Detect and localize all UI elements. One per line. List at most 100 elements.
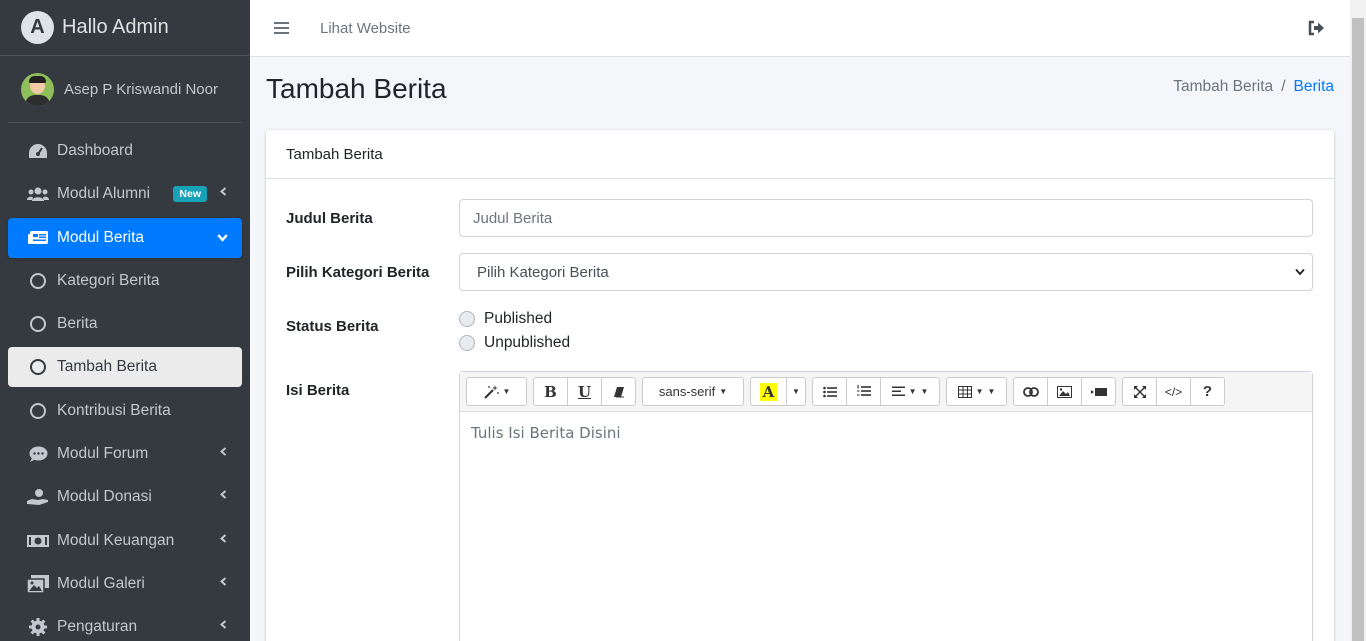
eraser-icon bbox=[613, 386, 624, 397]
brand-link[interactable]: A Hallo Admin bbox=[0, 0, 250, 56]
caret-down-icon: ▼ bbox=[975, 387, 984, 396]
kategori-label: Pilih Kategori Berita bbox=[286, 264, 430, 281]
sign-out-icon[interactable] bbox=[1308, 20, 1325, 36]
link-icon bbox=[1022, 386, 1039, 397]
page-title: Tambah Berita bbox=[266, 73, 447, 104]
underline-label: U bbox=[577, 382, 592, 401]
scrollbar-thumb[interactable] bbox=[1352, 18, 1364, 641]
sidebar-item-label: Modul Donasi bbox=[57, 488, 152, 506]
help-icon: ? bbox=[1202, 383, 1213, 400]
chevron-left-icon bbox=[219, 577, 227, 586]
money-bill-icon bbox=[27, 532, 49, 550]
radio-button[interactable] bbox=[459, 311, 475, 327]
chevron-left-icon bbox=[219, 533, 227, 543]
style-dropdown-button[interactable]: ▼ bbox=[466, 377, 527, 406]
sidebar-item-label: Modul Berita bbox=[57, 228, 145, 246]
sidebar-item-berita[interactable]: Berita bbox=[8, 304, 242, 344]
sidebar-item-kontribusi-berita[interactable]: Kontribusi Berita bbox=[8, 391, 242, 431]
insert-link-button[interactable] bbox=[1013, 377, 1048, 406]
hamburger-menu-icon[interactable] bbox=[274, 22, 289, 34]
user-panel[interactable]: Asep P Kriswandi Noor bbox=[8, 56, 242, 123]
list-ul-icon bbox=[822, 386, 837, 397]
picture-icon bbox=[1057, 385, 1072, 398]
breadcrumb-separator: / bbox=[1281, 78, 1286, 95]
sidebar-item-label: Modul Alumni bbox=[57, 185, 151, 203]
comment-icon bbox=[27, 445, 49, 463]
radio-unpublished[interactable]: Unpublished bbox=[459, 334, 570, 352]
underline-button[interactable]: U bbox=[567, 377, 602, 406]
page-scrollbar[interactable] bbox=[1350, 0, 1366, 641]
insert-video-button[interactable] bbox=[1081, 377, 1116, 406]
view-website-link[interactable]: Lihat Website bbox=[320, 20, 411, 37]
chevron-left-icon bbox=[219, 620, 227, 630]
paragraph-align-dropdown[interactable]: ▼ ▼ bbox=[880, 377, 940, 406]
breadcrumb-link-berita[interactable]: Berita bbox=[1294, 78, 1335, 96]
breadcrumb: Tambah Berita / Berita bbox=[1173, 78, 1334, 96]
expand-icon bbox=[1133, 385, 1146, 398]
sidebar-item-modul-galeri[interactable]: Modul Galeri bbox=[8, 564, 242, 604]
sidebar-item-kategori-berita[interactable]: Kategori Berita bbox=[8, 261, 242, 301]
sidebar-item-tambah-berita[interactable]: Tambah Berita bbox=[8, 347, 242, 388]
font-family-dropdown[interactable]: sans-serif ▼ bbox=[642, 377, 744, 406]
text-color-button[interactable]: A bbox=[750, 377, 787, 406]
newspaper-icon bbox=[27, 229, 49, 247]
code-icon: </> bbox=[1164, 384, 1183, 399]
cog-icon bbox=[27, 618, 49, 637]
sidebar-item-label: Berita bbox=[57, 315, 98, 333]
table-icon bbox=[957, 385, 972, 398]
radio-published[interactable]: Published bbox=[459, 310, 552, 328]
chevron-left-icon bbox=[219, 490, 227, 500]
ordered-list-button[interactable] bbox=[846, 377, 881, 406]
sidebar-item-label: Modul Forum bbox=[57, 445, 149, 463]
caret-down-icon: ▼ bbox=[908, 387, 917, 396]
sidebar-item-label: Pengaturan bbox=[57, 618, 138, 636]
caret-down-icon: ▼ bbox=[792, 387, 800, 396]
sidebar-item-modul-berita[interactable]: Modul Berita bbox=[8, 217, 242, 258]
users-icon bbox=[27, 185, 49, 203]
text-color-icon: A bbox=[759, 382, 778, 401]
circle-icon bbox=[27, 358, 49, 376]
images-icon bbox=[27, 574, 49, 593]
caret-down-icon: ▼ bbox=[719, 387, 728, 396]
isi-label: Isi Berita bbox=[286, 382, 350, 399]
brand-logo: A bbox=[21, 11, 54, 44]
sidebar-item-label: Modul Keuangan bbox=[57, 531, 175, 549]
unordered-list-button[interactable] bbox=[812, 377, 847, 406]
editor-content-area[interactable]: Tulis Isi Berita Disini bbox=[460, 412, 1312, 454]
sidebar-item-modul-forum[interactable]: Modul Forum bbox=[8, 434, 242, 474]
brand-title: Hallo Admin bbox=[62, 16, 169, 38]
sidebar-item-modul-keuangan[interactable]: Modul Keuangan bbox=[8, 521, 242, 561]
table-dropdown-button[interactable]: ▼ ▼ bbox=[946, 377, 1007, 406]
sidebar-item-modul-donasi[interactable]: Modul Donasi bbox=[8, 477, 242, 517]
sidebar-item-pengaturan[interactable]: Pengaturan bbox=[8, 607, 242, 641]
font-family-value: sans-serif bbox=[658, 384, 716, 399]
caret-down-icon: ▼ bbox=[987, 387, 996, 396]
chevron-left-icon bbox=[219, 187, 227, 197]
kategori-select[interactable]: Pilih Kategori Berita bbox=[459, 253, 1313, 291]
eraser-button[interactable] bbox=[601, 377, 636, 406]
judul-label: Judul Berita bbox=[286, 210, 373, 227]
radio-button[interactable] bbox=[459, 335, 475, 351]
sidebar-nav: Dashboard Modul Alumni New Modul Berita … bbox=[0, 123, 250, 641]
status-label: Status Berita bbox=[286, 318, 379, 335]
color-dropdown-button[interactable]: ▼ bbox=[786, 377, 806, 406]
form-card: Tambah Berita Judul Berita Judul Berita … bbox=[266, 130, 1334, 641]
chevron-left-icon bbox=[219, 447, 227, 456]
sidebar-item-dashboard[interactable]: Dashboard bbox=[8, 131, 242, 171]
magic-wand-icon bbox=[483, 384, 499, 399]
code-view-button[interactable]: </> bbox=[1156, 377, 1191, 406]
fullscreen-button[interactable] bbox=[1122, 377, 1157, 406]
bold-button[interactable]: B bbox=[533, 377, 568, 406]
radio-label: Unpublished bbox=[484, 334, 571, 351]
judul-berita-input[interactable]: Judul Berita bbox=[459, 199, 1313, 237]
list-ol-icon bbox=[856, 385, 871, 396]
help-button[interactable]: ? bbox=[1190, 377, 1225, 406]
chevron-down-icon bbox=[1295, 268, 1305, 276]
sidebar-item-label: Kategori Berita bbox=[57, 271, 160, 289]
sidebar: A Hallo Admin Asep P Kriswandi Noor Dash… bbox=[0, 0, 250, 641]
insert-picture-button[interactable] bbox=[1047, 377, 1082, 406]
hand-holding-usd-icon bbox=[27, 488, 49, 506]
sidebar-item-modul-alumni[interactable]: Modul Alumni New bbox=[8, 174, 242, 214]
sidebar-item-label: Dashboard bbox=[57, 142, 133, 159]
user-name[interactable]: Asep P Kriswandi Noor bbox=[64, 81, 218, 98]
